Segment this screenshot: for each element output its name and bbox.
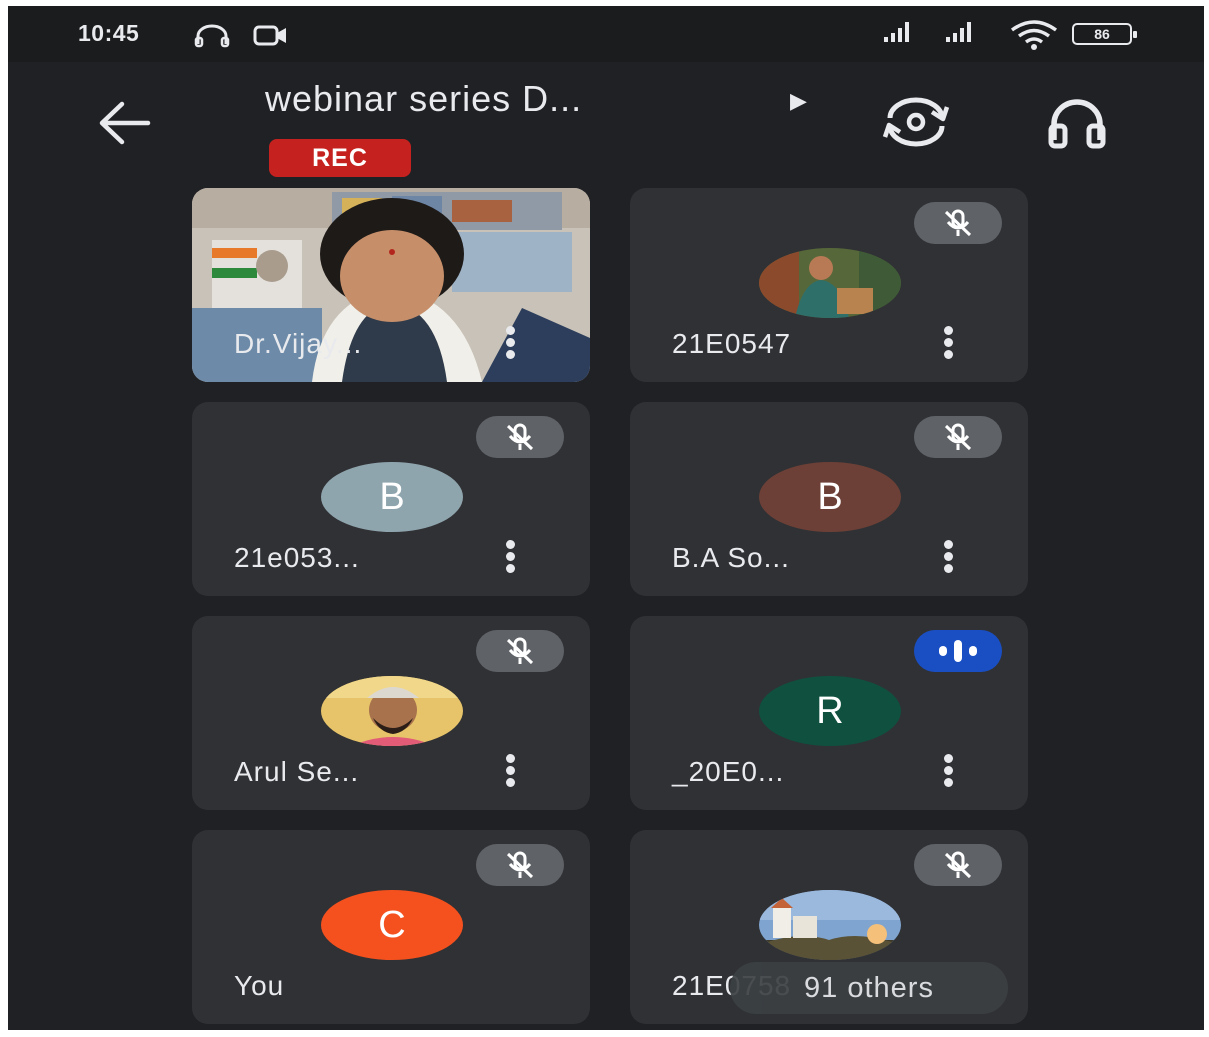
participant-name: B.A So...	[672, 542, 790, 573]
recording-badge: REC	[269, 139, 411, 177]
mic-muted-icon	[914, 416, 1002, 458]
avatar: B	[321, 462, 463, 532]
more-options-icon[interactable]	[936, 752, 960, 792]
avatar: C	[321, 890, 463, 960]
avatar: B	[759, 462, 901, 532]
participant-tile[interactable]: B 21e053...	[192, 402, 590, 596]
participant-name: 21E0547	[672, 328, 792, 359]
mic-muted-icon	[914, 844, 1002, 886]
participant-photo	[759, 248, 901, 318]
video-camera-icon	[253, 25, 286, 46]
participant-tile[interactable]: 21E0547	[630, 188, 1028, 382]
participant-name: You	[234, 970, 285, 1001]
meet-screen: 10:45 86 webinar series D... ▶ REC Dr.Vi…	[8, 6, 1204, 1030]
more-options-icon[interactable]	[936, 324, 960, 364]
participant-name: Dr.Vijay...	[234, 328, 363, 359]
participant-photo	[321, 676, 463, 746]
switch-camera-icon[interactable]	[880, 96, 952, 148]
mic-muted-icon	[476, 630, 564, 672]
participant-tile[interactable]: B B.A So...	[630, 402, 1028, 596]
participant-name: _20E0...	[672, 756, 785, 787]
participant-photo	[759, 890, 901, 960]
participant-tile[interactable]: Arul Se...	[192, 616, 590, 810]
headset-icon	[194, 24, 230, 48]
back-arrow-icon[interactable]	[96, 98, 152, 148]
participant-tile[interactable]: R _20E0...	[630, 616, 1028, 810]
participant-name: Arul Se...	[234, 756, 360, 787]
signal-icon	[946, 22, 971, 42]
participant-name: 21e053...	[234, 542, 360, 573]
mic-muted-icon	[476, 416, 564, 458]
more-options-icon[interactable]	[498, 752, 522, 792]
mic-muted-icon	[476, 844, 564, 886]
play-arrow-icon[interactable]: ▶	[790, 88, 807, 114]
speaking-indicator-icon	[914, 630, 1002, 672]
others-button[interactable]: 91 others	[730, 962, 1008, 1014]
more-options-icon[interactable]	[498, 324, 522, 364]
more-options-icon[interactable]	[498, 538, 522, 578]
mic-muted-icon	[914, 202, 1002, 244]
participant-tile[interactable]: Dr.Vijay...	[192, 188, 590, 382]
battery-icon: 86	[1072, 23, 1137, 45]
headphones-icon[interactable]	[1046, 98, 1108, 150]
avatar: R	[759, 676, 901, 746]
more-options-icon[interactable]	[936, 538, 960, 578]
wifi-icon	[1010, 20, 1058, 50]
participant-tile-self[interactable]: C You	[192, 830, 590, 1024]
meeting-title[interactable]: webinar series D...	[265, 78, 582, 120]
signal-icon	[884, 22, 909, 42]
status-time: 10:45	[78, 20, 140, 46]
status-bar: 10:45 86	[8, 6, 1204, 62]
